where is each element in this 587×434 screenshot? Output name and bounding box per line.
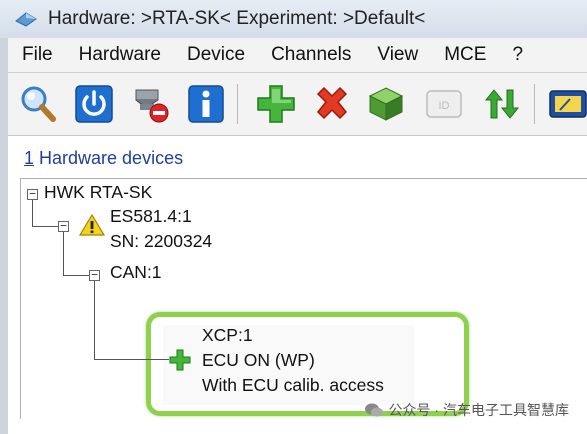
warning-icon <box>78 213 106 242</box>
menu-file[interactable]: File <box>8 44 66 66</box>
menu-bar: File Hardware Device Channels View MCE ? <box>8 38 587 73</box>
tree-node-channel[interactable]: CAN:1 <box>110 262 162 283</box>
tree-node-root[interactable]: HWK RTA-SK <box>44 182 152 203</box>
tree-node-protocol[interactable]: XCP:1 <box>202 325 253 346</box>
add-icon[interactable] <box>254 82 298 126</box>
power-icon[interactable] <box>72 82 116 126</box>
tree-connector <box>94 281 95 359</box>
menu-channels[interactable]: Channels <box>258 44 364 66</box>
tree-node-device-sn: SN: 2200324 <box>110 231 213 251</box>
tree-connector <box>63 232 64 275</box>
hardware-tree: − HWK RTA-SK − ES581.4:1 SN: 2200324 − C… <box>20 178 587 419</box>
tree-connector <box>63 275 89 276</box>
id-card-icon[interactable]: ID <box>422 82 466 126</box>
tree-connector <box>32 226 58 227</box>
toolbar-separator <box>534 84 535 124</box>
tree-node-device-name[interactable]: ES581.4:1 <box>110 206 192 227</box>
watermark-text: 公众号 · 汽车电子工具智慧库 <box>388 402 569 418</box>
toolbar-separator <box>237 84 238 124</box>
tree-node-ecu-status[interactable]: ECU ON (WP) <box>202 350 315 371</box>
collapse-toggle-root[interactable]: − <box>27 188 38 200</box>
remove-hardware-icon[interactable] <box>128 82 172 126</box>
panel-header: 1 Hardware devices <box>24 148 183 169</box>
tree-connector <box>94 359 169 360</box>
gauge-icon[interactable] <box>546 82 587 126</box>
window-left-frame <box>0 38 8 434</box>
info-icon[interactable] <box>184 82 228 126</box>
collapse-toggle-device[interactable]: − <box>58 220 69 232</box>
panel-title: Hardware devices <box>34 148 184 168</box>
collapse-toggle-channel[interactable]: − <box>89 269 100 281</box>
panel-number: 1 <box>24 148 35 168</box>
delete-icon[interactable] <box>310 82 354 126</box>
hardware-panel: 1 Hardware devices − HWK RTA-SK − ES581.… <box>8 136 587 434</box>
wechat-icon <box>364 402 384 418</box>
watermark: 公众号 · 汽车电子工具智慧库 <box>364 400 569 420</box>
window-title-bar: Hardware: >RTA-SK< Experiment: >Default< <box>0 0 587 38</box>
app-logo-icon <box>14 9 38 29</box>
tree-connector <box>32 200 33 226</box>
sort-arrows-icon[interactable] <box>480 82 524 126</box>
menu-device[interactable]: Device <box>174 44 258 66</box>
cube-icon[interactable] <box>364 82 408 126</box>
menu-help[interactable]: ? <box>499 44 536 66</box>
tree-node-ecu-access: With ECU calib. access <box>202 375 384 395</box>
search-icon[interactable] <box>16 82 60 126</box>
menu-view[interactable]: View <box>364 44 431 66</box>
menu-hardware[interactable]: Hardware <box>66 44 174 66</box>
menu-mce[interactable]: MCE <box>431 44 499 66</box>
window-title: Hardware: >RTA-SK< Experiment: >Default< <box>48 8 426 29</box>
toolbar: ID <box>8 73 587 136</box>
svg-text:ID: ID <box>439 100 450 112</box>
ecu-add-icon <box>169 349 191 376</box>
